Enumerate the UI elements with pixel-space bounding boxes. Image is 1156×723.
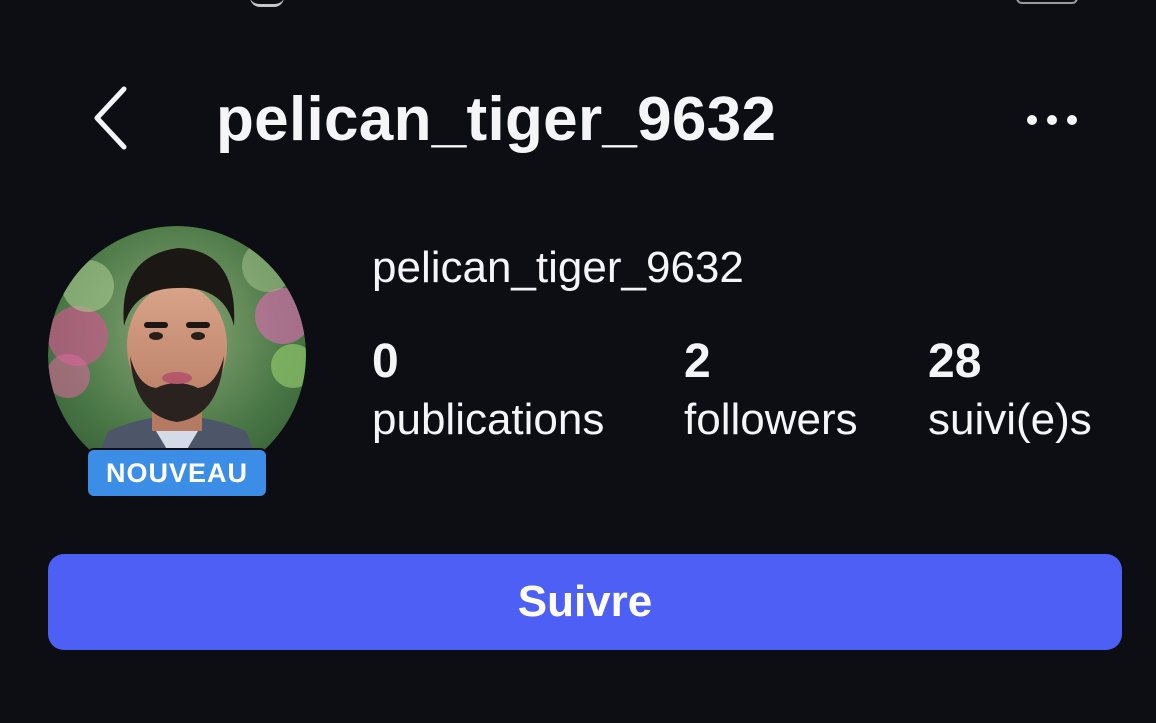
stat-label: publications <box>372 395 605 444</box>
page-title: pelican_tiger_9632 <box>216 85 777 154</box>
status-bar-battery-icon <box>1016 0 1078 4</box>
stat-count: 0 <box>372 335 399 388</box>
stat-label: suivi(e)s <box>928 395 1092 444</box>
profile-username: pelican_tiger_9632 <box>372 243 744 292</box>
ellipsis-horizontal-icon <box>1027 115 1077 125</box>
chevron-left-icon <box>94 86 127 150</box>
stat-publications: 0 publications <box>372 332 604 448</box>
profile-header: pelican_tiger_9632 <box>0 70 1156 170</box>
status-bar-signal <box>250 0 284 7</box>
more-options-button[interactable] <box>1022 100 1082 140</box>
stat-count: 2 <box>684 335 711 388</box>
stat-followers[interactable]: 2 followers <box>684 332 858 448</box>
back-button[interactable] <box>82 82 142 154</box>
stat-label: followers <box>684 395 858 444</box>
avatar[interactable] <box>48 226 306 484</box>
new-account-badge: NOUVEAU <box>86 448 268 498</box>
stat-following[interactable]: 28 suivi(e)s <box>928 332 1092 448</box>
profile-photo <box>48 226 306 484</box>
follow-button[interactable]: Suivre <box>48 554 1122 650</box>
stat-count: 28 <box>928 335 982 388</box>
